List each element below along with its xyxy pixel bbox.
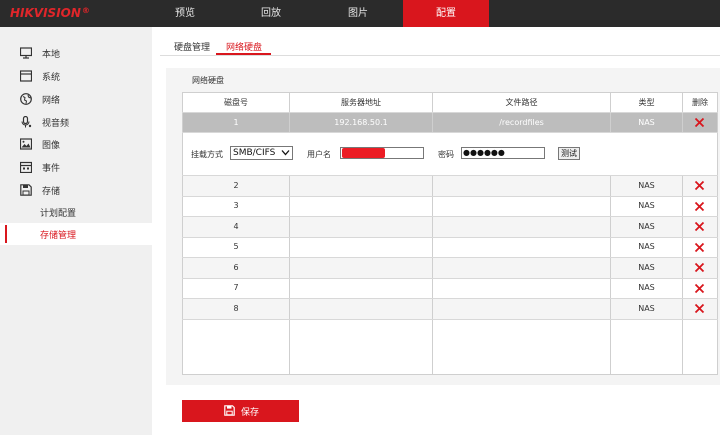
column-header-disk: 磁盘号 (224, 98, 248, 107)
delete-icon[interactable] (694, 201, 705, 212)
sidebar-item-image[interactable]: 图像 (0, 133, 152, 155)
monitor-icon (20, 47, 32, 59)
mount-type-label: 挂载方式 (191, 150, 223, 159)
cell-type: NAS (638, 118, 655, 127)
sidebar-subitem-storage-management[interactable]: 存储管理 (0, 223, 152, 245)
calendar-icon (20, 161, 32, 173)
row-divider (182, 257, 718, 258)
sidebar-subitem-label: 计划配置 (40, 209, 77, 219)
row-divider (182, 298, 718, 299)
cell-disk: 5 (233, 242, 239, 251)
subtab-divider (160, 55, 720, 56)
sidebar-item-storage[interactable]: 存储 (0, 179, 152, 201)
sidebar-item-label: 本地 (42, 50, 61, 60)
password-value: ●●●●●● (463, 148, 505, 157)
sidebar-item-label: 视音频 (42, 119, 70, 129)
mount-type-select[interactable]: SMB/CIFS (230, 146, 293, 160)
sidebar-item-label: 存储 (42, 187, 61, 197)
column-header-path: 文件路径 (505, 98, 538, 107)
delete-icon[interactable] (694, 283, 705, 294)
cell-type: NAS (638, 181, 655, 190)
cell-type: NAS (638, 283, 655, 292)
row-divider (182, 278, 718, 279)
sidebar-item-network[interactable]: 网络 (0, 88, 152, 110)
active-indicator (5, 225, 7, 243)
tab-hdd-management[interactable]: 硬盘管理 (174, 40, 210, 53)
delete-icon[interactable] (694, 242, 705, 253)
sidebar-item-event[interactable]: 事件 (0, 156, 152, 178)
save-icon (224, 405, 235, 416)
cell-type: NAS (638, 222, 655, 231)
sidebar-subitem-label: 存储管理 (40, 231, 77, 241)
cell-type: NAS (638, 304, 655, 313)
cell-disk: 6 (233, 263, 239, 272)
sidebar-item-video-audio[interactable]: 视音频 (0, 111, 152, 133)
image-icon (20, 138, 32, 150)
redacted-username (342, 148, 385, 158)
delete-icon[interactable] (694, 303, 705, 314)
cell-disk: 2 (233, 181, 239, 190)
sidebar-subitem-schedule[interactable]: 计划配置 (0, 201, 152, 223)
system-icon (20, 70, 32, 82)
tab-picture[interactable]: 图片 (315, 0, 401, 27)
username-label: 用户名 (307, 150, 331, 159)
cell-disk: 3 (233, 201, 239, 210)
column-header-type: 类型 (638, 98, 655, 107)
tab-net-hdd[interactable]: 网络硬盘 (226, 40, 262, 53)
hikvision-logo: HIKVISION® (10, 6, 90, 20)
cell-disk: 1 (233, 118, 239, 127)
cell-server: 192.168.50.1 (334, 118, 388, 127)
chevron-down-icon (281, 150, 290, 156)
column-header-server: 服务器地址 (341, 98, 381, 107)
sidebar-item-system[interactable]: 系统 (0, 65, 152, 87)
sidebar-item-label: 事件 (42, 164, 61, 174)
save-button-label: 保存 (241, 408, 260, 418)
tab-playback[interactable]: 回放 (228, 0, 314, 27)
cell-type: NAS (638, 201, 655, 210)
cell-path: /recordfiles (499, 118, 544, 127)
globe-icon (20, 93, 32, 105)
row-divider (182, 216, 718, 217)
tab-preview[interactable]: 预览 (152, 0, 218, 27)
row-divider (182, 175, 718, 176)
column-divider (289, 175, 290, 375)
sidebar-item-label: 图像 (42, 141, 61, 151)
row-divider (182, 237, 718, 238)
cell-type: NAS (638, 263, 655, 272)
row-divider (182, 319, 718, 320)
column-divider (682, 175, 683, 375)
sidebar-item-label: 网络 (42, 96, 61, 106)
cell-disk: 7 (233, 283, 239, 292)
delete-icon[interactable] (694, 117, 705, 128)
sidebar-item-label: 系统 (42, 73, 61, 83)
column-header-delete: 删除 (692, 98, 708, 107)
top-bar: HIKVISION® 预览 回放 图片 配置 (0, 0, 720, 27)
delete-icon[interactable] (694, 221, 705, 232)
password-label: 密码 (438, 150, 454, 159)
cell-disk: 4 (233, 222, 239, 231)
sidebar-item-local[interactable]: 本地 (0, 42, 152, 64)
save-icon (20, 184, 32, 196)
row-divider (182, 112, 718, 113)
subtab-active-underline (216, 53, 271, 55)
panel-title: 网络硬盘 (192, 76, 224, 85)
save-button[interactable]: 保存 (182, 400, 299, 422)
test-button[interactable]: 测试 (558, 147, 580, 160)
row-divider (182, 132, 718, 133)
tab-configuration[interactable]: 配置 (403, 0, 489, 27)
delete-icon[interactable] (694, 180, 705, 191)
cell-type: NAS (638, 242, 655, 251)
column-divider (432, 175, 433, 375)
cell-disk: 8 (233, 304, 239, 313)
delete-icon[interactable] (694, 262, 705, 273)
microphone-icon (21, 116, 32, 128)
row-divider (182, 196, 718, 197)
